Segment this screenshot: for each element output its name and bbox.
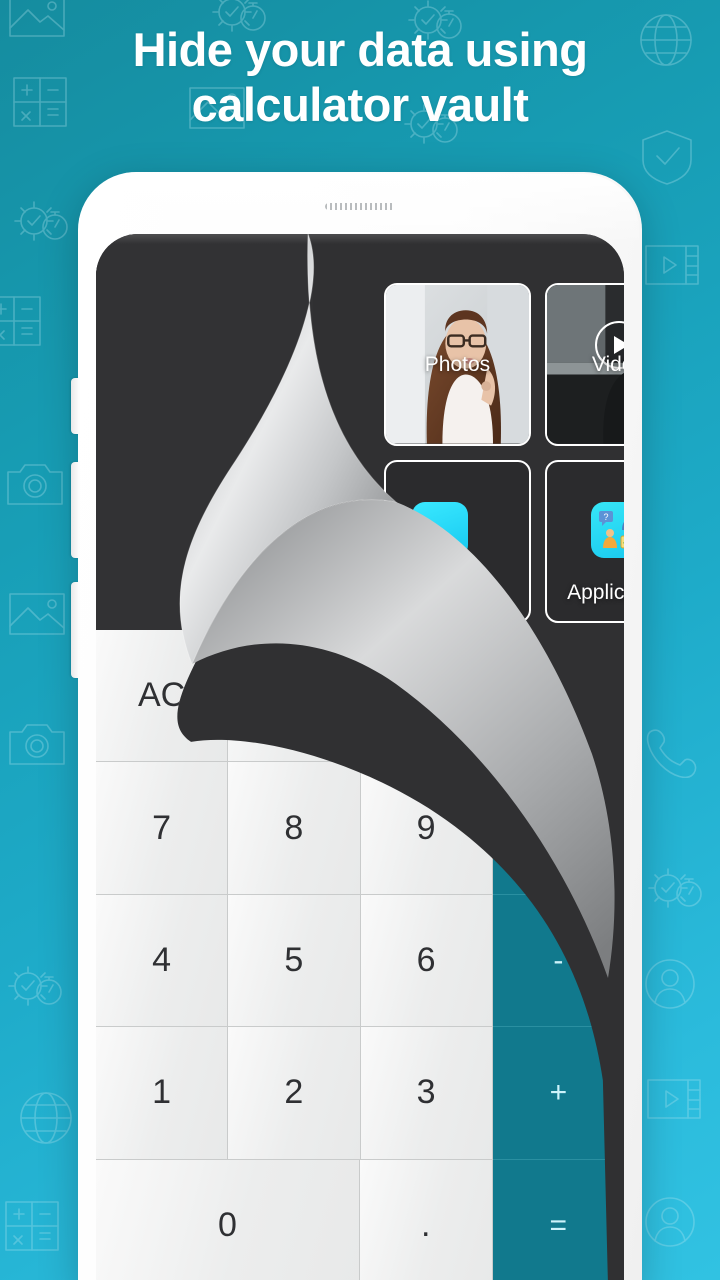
vault-tile-photos[interactable]: Photos: [384, 283, 531, 446]
page-title: Hide your data using calculator vault: [0, 22, 720, 133]
key-8[interactable]: 8: [228, 762, 360, 894]
camera-icon: [7, 464, 63, 505]
key-3[interactable]: 3: [361, 1027, 493, 1159]
svg-text:?: ?: [603, 512, 608, 522]
headline-line-1: Hide your data using: [132, 23, 588, 76]
vault-tile-label: Video: [591, 352, 624, 376]
vault-tile-label: Photos: [424, 352, 491, 376]
volume-up-button[interactable]: [71, 378, 79, 434]
key-7[interactable]: 7: [96, 762, 228, 894]
promo-screenshot: Hide your data using calculator vault Ph…: [0, 0, 720, 1280]
image-icon: [9, 593, 65, 635]
phone-mockup: Photos Vid ? Applic AC 7 8 9 4 5 6 - 1 2…: [71, 172, 642, 1280]
contact-icon: [645, 1197, 695, 1247]
key-6[interactable]: 6: [361, 895, 493, 1027]
key-2[interactable]: 2: [228, 1027, 360, 1159]
contact-icon: [645, 959, 695, 1009]
key-0[interactable]: 0: [96, 1160, 360, 1280]
gear-stopwatch-icon: [14, 201, 68, 241]
keypad-row: 0 . =: [96, 1160, 624, 1280]
phone-screen: Photos Vid ? Applic AC 7 8 9 4 5 6 - 1 2…: [96, 234, 624, 1280]
application-icon: ?: [590, 502, 624, 558]
key-4[interactable]: 4: [96, 895, 228, 1027]
vault-tile-grid: Photos Vid ? Applic: [384, 283, 624, 637]
vault-tile-application[interactable]: ? Application: [545, 460, 624, 623]
headline-line-2: calculator vault: [191, 78, 529, 132]
keypad-row: 1 2 3 +: [96, 1027, 624, 1159]
calculator-grid-icon: [5, 1201, 59, 1251]
gear-stopwatch-icon: [8, 966, 62, 1006]
key-decimal[interactable]: .: [360, 1160, 493, 1280]
vault-tile-hidden[interactable]: [384, 460, 531, 623]
calculator-grid-icon: [0, 296, 41, 346]
video-icon: [645, 245, 699, 285]
power-button[interactable]: [71, 582, 79, 678]
phone-icon: [646, 729, 697, 778]
camera-icon: [9, 724, 65, 765]
app-tile-icon: [412, 502, 468, 558]
globe-icon: [20, 1092, 72, 1144]
volume-down-button[interactable]: [71, 462, 79, 558]
vault-tile-label: Application: [567, 581, 624, 604]
vault-tile-video[interactable]: Video: [545, 283, 624, 446]
video-icon: [647, 1079, 701, 1119]
speaker-grille-icon: [325, 203, 395, 210]
shield-check-icon: [642, 130, 692, 185]
key-5[interactable]: 5: [228, 895, 360, 1027]
key-1[interactable]: 1: [96, 1027, 228, 1159]
gear-stopwatch-icon: [648, 868, 702, 908]
key-equals[interactable]: =: [493, 1160, 625, 1280]
